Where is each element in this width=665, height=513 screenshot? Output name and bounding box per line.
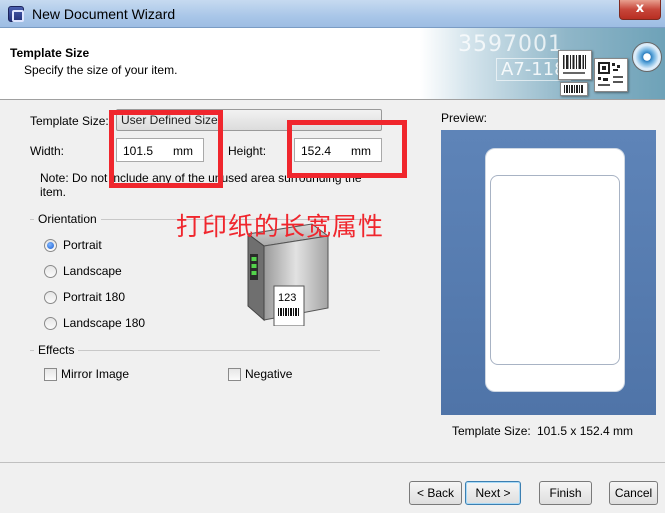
close-button[interactable]: x [619,0,661,20]
next-button[interactable]: Next > [465,481,521,505]
footer-divider [0,462,665,463]
preview-label-area [490,175,620,365]
barcode-label-icon [558,50,592,80]
preview-size-label: Template Size: [452,424,531,438]
orientation-heading: Orientation [34,212,101,226]
checkbox-icon[interactable] [228,367,241,381]
orientation-portrait[interactable]: Portrait [44,237,102,253]
height-label: Height: [228,144,267,158]
radio-icon[interactable] [44,290,57,304]
cancel-button[interactable]: Cancel [609,481,658,505]
preview-panel [441,130,656,415]
template-size-label: Template Size: [30,114,109,128]
app-icon [8,6,24,22]
step-subtitle: Specify the size of your item. [24,63,178,77]
banner-number: 3597001 [458,32,563,57]
finish-button[interactable]: Finish [539,481,592,505]
mirror-image-checkbox[interactable]: Mirror Image [44,366,129,382]
title-bar: New Document Wizard x [0,0,665,28]
checkbox-icon[interactable] [44,367,57,381]
printer-label-text: 123 [278,292,297,304]
negative-label: Negative [245,367,293,381]
radio-icon[interactable] [44,316,57,330]
width-label: Width: [30,144,65,158]
negative-checkbox[interactable]: Negative [228,366,292,382]
orientation-portrait-180[interactable]: Portrait 180 [44,289,125,305]
radio-selected-icon[interactable] [44,238,57,252]
annotation-box-height [287,120,407,178]
cd-icon [632,42,662,72]
effects-heading: Effects [34,343,79,357]
orientation-landscape[interactable]: Landscape [44,263,122,279]
orientation-option-label: Portrait [63,238,102,252]
radio-icon[interactable] [44,264,57,278]
effects-divider [30,350,380,351]
small-barcode-icon [560,82,588,96]
annotation-box-width [109,110,223,188]
preview-paper [485,148,625,392]
preview-size-value: 101.5 x 152.4 mm [537,424,634,438]
header-banner-image: 3597001 A7-118 [420,28,665,99]
step-title: Template Size [10,46,90,60]
orientation-option-label: Landscape [63,264,122,278]
back-button[interactable]: < Back [409,481,462,505]
mirror-image-label: Mirror Image [61,367,130,381]
window-title: New Document Wizard [32,6,176,22]
wizard-header: Template Size Specify the size of your i… [0,28,665,100]
preview-label: Preview: [441,111,488,125]
orientation-landscape-180[interactable]: Landscape 180 [44,315,145,331]
orientation-option-label: Landscape 180 [63,316,146,330]
qr-label-icon [594,58,628,92]
orientation-option-label: Portrait 180 [63,290,126,304]
annotation-text: 打印纸的长宽属性 [176,212,385,241]
